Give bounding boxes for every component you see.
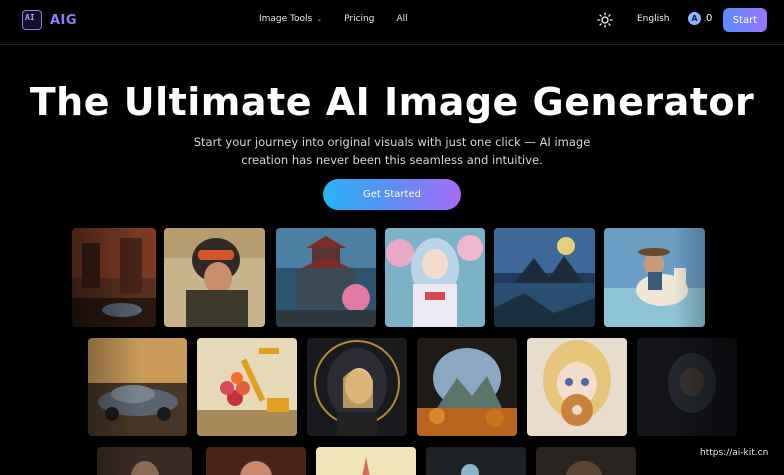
dark-portrait-tile[interactable] [637, 338, 737, 436]
anime-girl-in-blossoms-tile[interactable] [385, 228, 485, 327]
cave-landscape-tile[interactable] [417, 338, 517, 436]
vintage-car-tile[interactable] [88, 338, 187, 436]
castle-by-lake-tile[interactable] [494, 228, 595, 327]
nav-pricing[interactable]: Pricing [344, 14, 374, 24]
credit-count: 0 [706, 13, 713, 24]
fruit-excavator-tile[interactable] [197, 338, 297, 436]
credits-display[interactable]: A 0 [688, 12, 712, 25]
hooded-girl-tile[interactable] [307, 338, 407, 436]
main-nav: Image Tools ⌄ Pricing All [259, 14, 408, 24]
credit-coin-icon: A [688, 12, 701, 25]
nav-image-tools[interactable]: Image Tools ⌄ [259, 14, 322, 24]
top-navbar: AI AIG Image Tools ⌄ Pricing All English… [0, 0, 784, 45]
page-title: The Ultimate AI Image Generator [29, 80, 755, 124]
goggles-portrait-tile[interactable] [426, 447, 526, 475]
brand-name: AIG [50, 12, 78, 28]
start-button[interactable]: Start [723, 8, 767, 32]
nav-image-tools-label: Image Tools [259, 14, 313, 24]
warrior-woman-tile[interactable] [97, 447, 192, 475]
watermark-url: https://ai-kit.cn [700, 448, 769, 458]
soldier-with-goggles-tile[interactable] [164, 228, 265, 327]
curly-hair-portrait-tile[interactable] [536, 447, 636, 475]
logo-mark-text: AI [25, 13, 35, 22]
get-started-button[interactable]: Get Started [323, 179, 461, 210]
girl-eating-donut-tile[interactable] [527, 338, 627, 436]
logo-icon: AI [22, 10, 42, 30]
brand-logo[interactable]: AI AIG [22, 10, 77, 30]
nav-all-label: All [396, 14, 408, 24]
cowgirl-on-horse-tile[interactable] [604, 228, 705, 327]
nav-pricing-label: Pricing [344, 14, 375, 24]
chevron-down-icon: ⌄ [316, 15, 323, 23]
street-scene-tile[interactable] [72, 228, 156, 327]
image-gallery [0, 226, 784, 475]
language-switcher[interactable]: English [637, 14, 670, 24]
red-hair-portrait-tile[interactable] [206, 447, 306, 475]
fairy-castle-tile[interactable] [316, 447, 416, 475]
pagoda-town-tile[interactable] [276, 228, 376, 327]
sun-icon[interactable] [597, 12, 613, 28]
nav-all[interactable]: All [396, 14, 407, 24]
hero-subtitle: Start your journey into original visuals… [193, 135, 591, 167]
